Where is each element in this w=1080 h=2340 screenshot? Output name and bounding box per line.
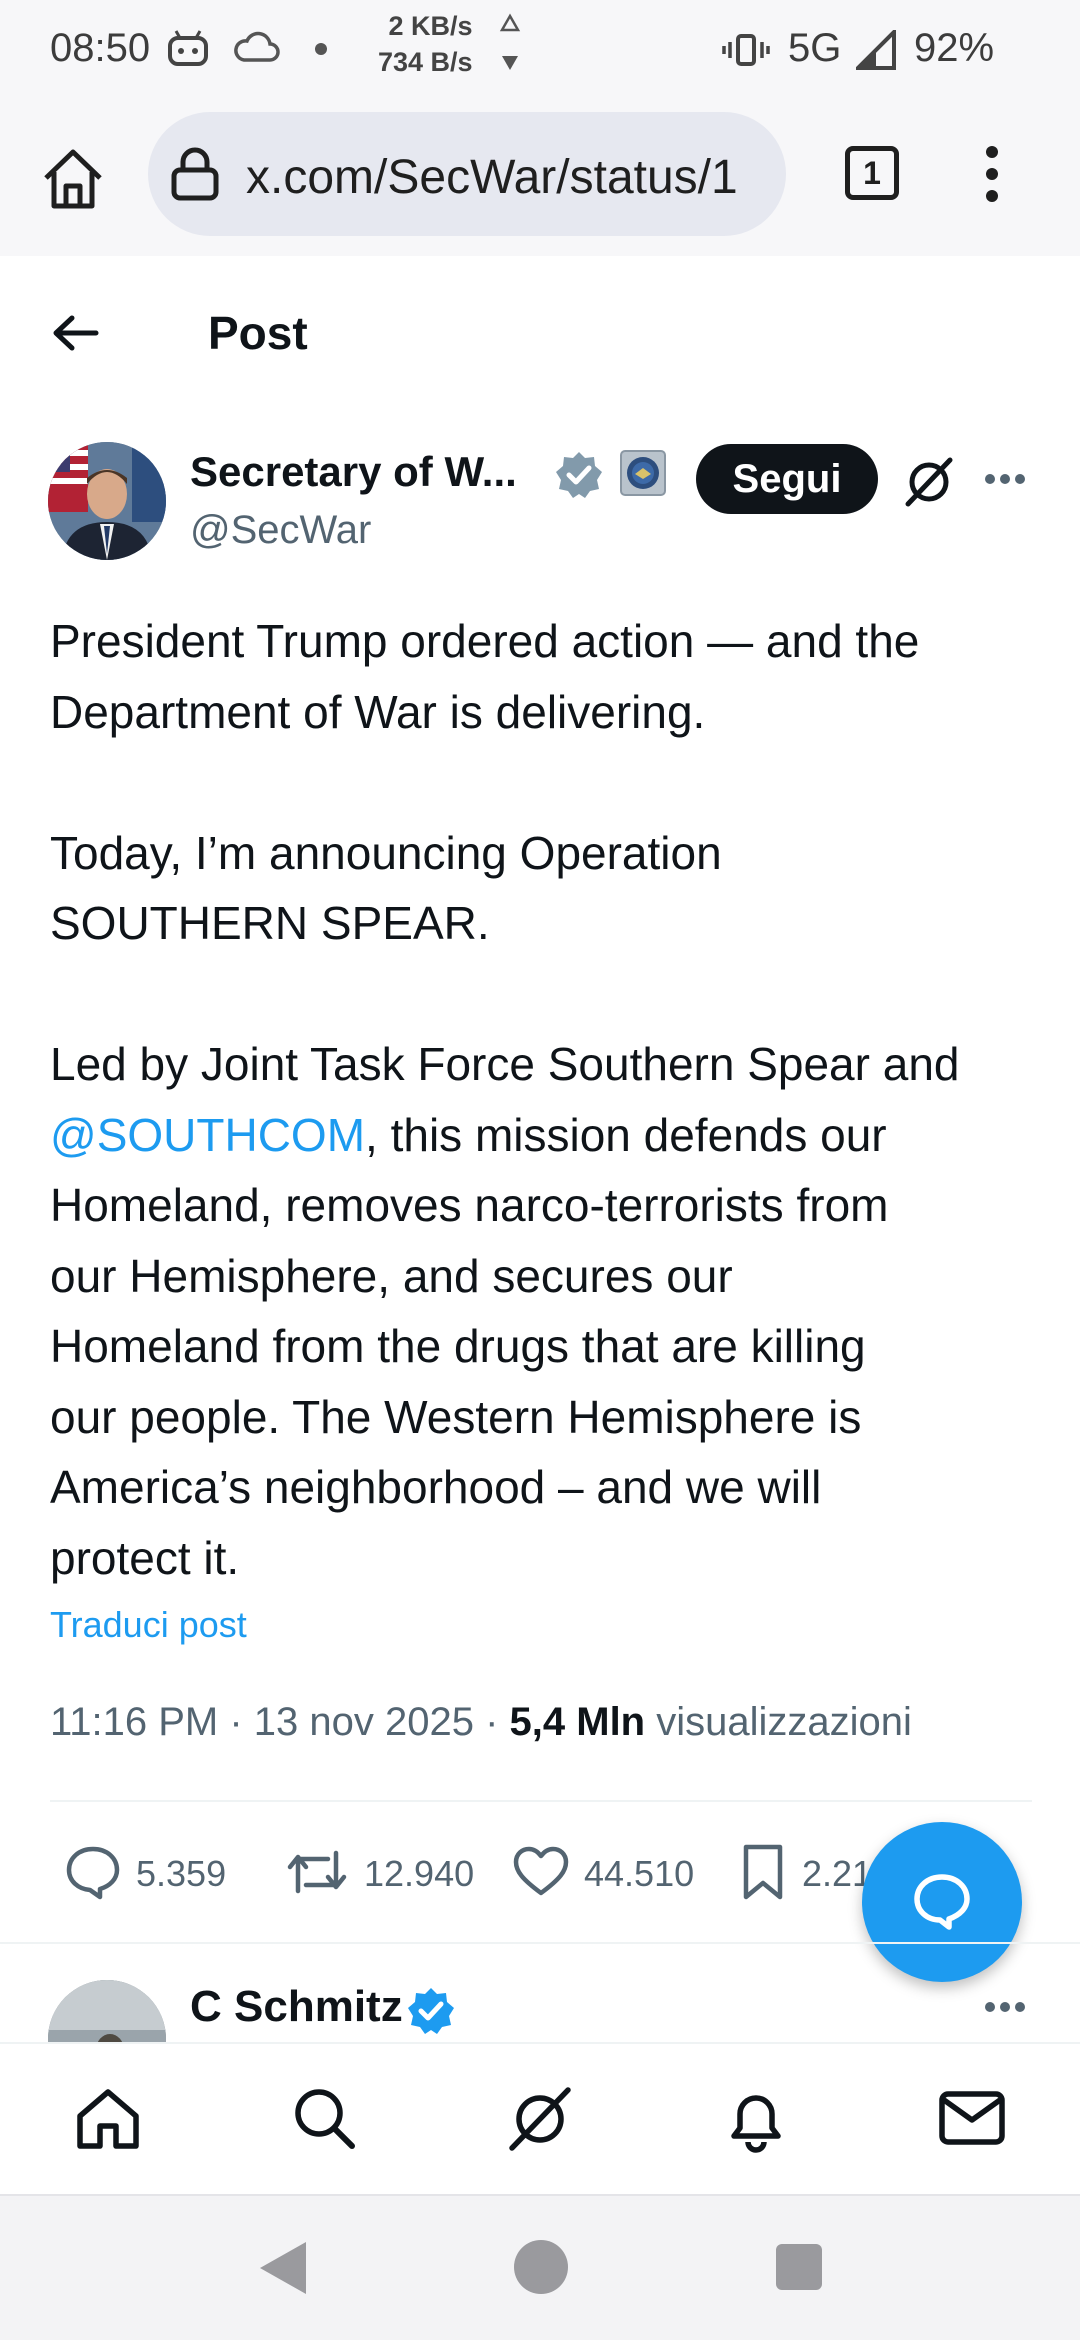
- post-meta: 11:16 PM · 13 nov 2025 · 5,4 Mln visuali…: [50, 1700, 912, 1745]
- reply-button[interactable]: 5.359: [64, 1844, 226, 1904]
- views-label: visualizzazioni: [645, 1700, 912, 1744]
- tweet-line: our people. The Western Hemisphere is: [50, 1390, 862, 1443]
- reply-bubble-icon: [909, 1869, 975, 1940]
- tweet-line: SOUTHERN SPEAR.: [50, 897, 490, 949]
- verified-badge-icon: [406, 1986, 456, 2041]
- nav-notifications-icon[interactable]: [720, 2082, 792, 2159]
- verified-badge-icon: [554, 450, 604, 505]
- affiliation-seal-icon[interactable]: [620, 450, 666, 501]
- author-handle[interactable]: @SecWar: [190, 508, 371, 553]
- tweet-line: President Trump ordered action — and the: [50, 615, 920, 667]
- battery-level: 92%: [914, 26, 995, 70]
- bottom-navigation: [0, 2042, 1080, 2194]
- vibrate-icon: [722, 30, 770, 75]
- follow-button[interactable]: Segui: [696, 444, 878, 514]
- grok-icon[interactable]: [900, 452, 958, 515]
- tweet-line: Department of War is delivering.: [50, 685, 706, 738]
- home-icon[interactable]: [38, 144, 108, 219]
- tweet-line: Homeland, removes narco-terrorists from: [50, 1179, 889, 1231]
- nav-search-icon[interactable]: [288, 2082, 360, 2159]
- system-back-icon[interactable]: [254, 2238, 312, 2303]
- network-speed: 2 KB/s 734 B/s: [378, 8, 473, 80]
- address-bar[interactable]: x.com/SecWar/status/1: [148, 112, 786, 236]
- compose-reply-button[interactable]: [862, 1822, 1022, 1982]
- nav-grok-icon[interactable]: [504, 2082, 576, 2159]
- post-timestamp[interactable]: 11:16 PM · 13 nov 2025 ·: [50, 1700, 510, 1744]
- tweet-line-with-mention: @SOUTHCOM, this mission defends our: [50, 1100, 1040, 1171]
- nav-messages-icon[interactable]: [936, 2082, 1008, 2159]
- repost-count: 12.940: [364, 1853, 475, 1894]
- tweet-line-rest: , this mission defends our: [365, 1108, 887, 1161]
- bookmark-count: 2.21: [802, 1853, 873, 1894]
- upload-speed: 2 KB/s: [388, 11, 473, 41]
- tweet-line: protect it.: [50, 1531, 240, 1584]
- cloud-icon: [232, 28, 280, 73]
- system-navigation-bar: [0, 2194, 1080, 2340]
- translate-post-link[interactable]: Traduci post: [50, 1604, 247, 1646]
- dot-icon: [314, 42, 328, 61]
- system-recents-icon[interactable]: [774, 2242, 824, 2297]
- tweet-line: Led by Joint Task Force Southern Spear a…: [50, 1038, 960, 1090]
- mention-link[interactable]: @SOUTHCOM: [50, 1109, 365, 1161]
- nav-home-icon[interactable]: [72, 2082, 144, 2159]
- network-type: 5G: [788, 26, 842, 70]
- tweet-line: Today, I’m announcing Operation: [50, 826, 722, 879]
- reply-count: 5.359: [136, 1853, 227, 1894]
- avatar[interactable]: [48, 442, 166, 560]
- url-text: x.com/SecWar/status/1: [246, 151, 738, 204]
- post-header: Post: [0, 256, 1080, 406]
- more-vert-icon[interactable]: [980, 144, 1004, 209]
- like-count: 44.510: [584, 1853, 695, 1894]
- heart-icon: [512, 1843, 570, 1906]
- page-title: Post: [208, 307, 308, 359]
- divider: [0, 1942, 1080, 1944]
- views-count: 5,4 Mln: [509, 1700, 646, 1744]
- tweet-line: our Hemisphere, and secures our: [50, 1249, 733, 1302]
- tweet-text: President Trump ordered action — and the…: [50, 606, 1040, 1593]
- divider: [50, 1800, 1032, 1802]
- browser-toolbar: x.com/SecWar/status/1 1: [0, 104, 1080, 256]
- repost-icon: [284, 1843, 350, 1906]
- speed-arrows-icon: [498, 12, 522, 87]
- reply-icon: [64, 1843, 122, 1906]
- reply-more-options-icon[interactable]: [984, 2000, 1026, 2019]
- status-bar: 08:50 2 KB/s 734 B/s 5G 92%: [0, 0, 1080, 104]
- tweet-line: Homeland from the drugs that are killing: [50, 1320, 866, 1372]
- tweet-line: America’s neighborhood – and we will: [50, 1461, 822, 1513]
- download-speed: 734 B/s: [378, 47, 473, 77]
- like-button[interactable]: 44.510: [512, 1844, 694, 1904]
- more-options-icon[interactable]: [984, 472, 1026, 491]
- system-home-icon[interactable]: [512, 2238, 570, 2301]
- back-arrow-icon[interactable]: [50, 308, 100, 363]
- bookmark-button[interactable]: 2.21: [738, 1844, 872, 1904]
- bookmark-icon: [738, 1843, 788, 1906]
- status-time: 08:50: [50, 26, 151, 70]
- author-name[interactable]: Secretary of W...: [190, 448, 517, 496]
- app-notification-icon: [166, 28, 210, 77]
- repost-button[interactable]: 12.940: [284, 1844, 474, 1904]
- tab-switcher-button[interactable]: 1: [845, 146, 899, 200]
- lock-icon[interactable]: [168, 146, 222, 207]
- reply-author-name[interactable]: C Schmitz: [190, 1982, 403, 2032]
- signal-icon: [853, 27, 896, 75]
